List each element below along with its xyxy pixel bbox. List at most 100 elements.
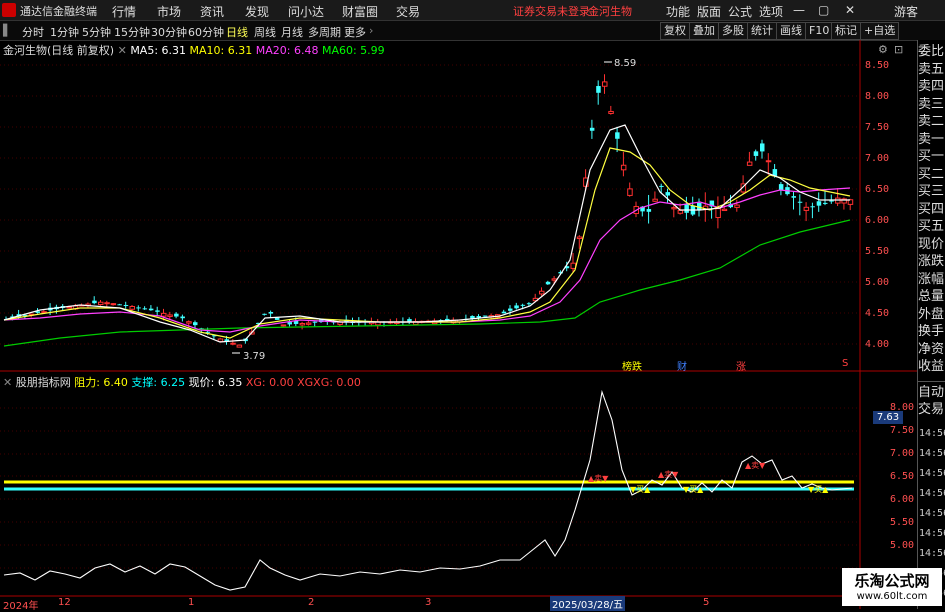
toolbar-menu-icon[interactable]: ▌ xyxy=(3,24,11,37)
legend-toggle-icon[interactable]: ✕ xyxy=(118,44,127,57)
main-chart-title: 金河生物(日线 前复权) xyxy=(3,44,115,57)
signal-buy-2: ▼买▲ xyxy=(683,485,704,494)
minimize-icon[interactable]: — xyxy=(793,3,805,17)
menu-ask[interactable]: 问小达 xyxy=(288,3,324,20)
period-tab-5min[interactable]: 5分钟 xyxy=(82,24,111,40)
quote-panel-item[interactable]: 卖四 xyxy=(918,79,945,94)
restore-rights-button[interactable]: 复权 xyxy=(660,22,690,40)
quote-panel-item[interactable]: 买五 xyxy=(918,219,945,234)
candle-body xyxy=(174,313,179,317)
mark-button[interactable]: 标记 xyxy=(831,22,861,40)
candle-body xyxy=(501,311,507,314)
candle-body xyxy=(721,208,728,212)
add-favorite-button[interactable]: +自选 xyxy=(860,22,900,40)
event-marker-2[interactable]: 财 xyxy=(677,358,687,373)
candle-body xyxy=(110,303,117,306)
quote-panel-item[interactable]: 外盘 xyxy=(918,307,945,322)
candle-body xyxy=(92,300,97,304)
period-tab-30min[interactable]: 30分钟 xyxy=(151,24,187,40)
ma5-label: MA5: 6.31 xyxy=(130,44,187,57)
settings-icon[interactable]: ⚙ xyxy=(878,43,888,56)
period-tab-weekly[interactable]: 周线 xyxy=(254,24,276,40)
more-chevron-icon[interactable]: › xyxy=(369,24,373,37)
event-marker-3[interactable]: 涨 xyxy=(736,358,746,373)
period-tab-monthly[interactable]: 月线 xyxy=(281,24,303,40)
quote-panel-item[interactable]: 买一 xyxy=(918,149,945,164)
auto-trade-item[interactable]: 自动 xyxy=(918,385,945,400)
statistics-button[interactable]: 统计 xyxy=(747,22,777,40)
menu-news[interactable]: 资讯 xyxy=(200,3,224,20)
main-ytick: 6.50 xyxy=(865,184,890,195)
candle-body xyxy=(123,305,129,307)
candle-body xyxy=(476,316,481,318)
quote-panel-item[interactable]: 卖三 xyxy=(918,97,945,112)
candlesticks xyxy=(4,74,854,348)
expand-icon[interactable]: ⊡ xyxy=(894,43,903,56)
period-tab-1min[interactable]: 1分钟 xyxy=(50,24,79,40)
menu-formula[interactable]: 公式 xyxy=(728,3,752,20)
quote-panel-item[interactable]: 现价 xyxy=(918,237,945,252)
quote-panel-item[interactable]: 涨跌 xyxy=(918,254,945,269)
quote-panel-item[interactable]: 总量 xyxy=(918,289,945,304)
candle-body xyxy=(615,132,620,139)
main-ytick: 7.50 xyxy=(865,122,890,133)
candle-body xyxy=(136,307,141,309)
quote-panel-item[interactable]: 涨幅 xyxy=(918,272,945,287)
main-ytick: 5.50 xyxy=(865,246,890,257)
menu-options[interactable]: 选项 xyxy=(759,3,783,20)
candle-body xyxy=(596,86,601,93)
sub-legend: ✕ 股朋指标网 阻力: 6.40 支撑: 6.25 现价: 6.35 XG: 0… xyxy=(3,374,361,390)
menu-wealth[interactable]: 财富圈 xyxy=(342,3,378,20)
menu-function[interactable]: 功能 xyxy=(666,3,690,20)
quote-panel-item[interactable]: 净资 xyxy=(918,342,945,357)
quote-panel-item[interactable]: 卖二 xyxy=(918,114,945,129)
quote-panel-item[interactable]: 卖五 xyxy=(918,62,945,77)
login-notice[interactable]: 证券交易未登录 xyxy=(513,3,590,19)
main-ytick: 8.50 xyxy=(865,60,890,71)
menu-layout[interactable]: 版面 xyxy=(697,3,721,20)
candle-body xyxy=(98,301,104,306)
period-tab-timeshare[interactable]: 分时 xyxy=(22,24,44,40)
period-tab-multi[interactable]: 多周期 xyxy=(308,24,341,40)
tick-time: 14:56 xyxy=(919,528,945,539)
candle-body xyxy=(797,201,803,203)
ma20-label: MA20: 6.48 xyxy=(255,44,319,57)
event-marker-4[interactable]: S xyxy=(842,358,848,369)
candle-body xyxy=(551,278,558,281)
period-tab-60min[interactable]: 60分钟 xyxy=(188,24,224,40)
draw-line-button[interactable]: 画线 xyxy=(776,22,806,40)
quote-panel-item[interactable]: 换手 xyxy=(918,324,945,339)
tick-time: 14:56 xyxy=(919,548,945,559)
overlay-button[interactable]: 叠加 xyxy=(689,22,719,40)
candle-body xyxy=(129,306,135,310)
menu-trade[interactable]: 交易 xyxy=(396,3,420,20)
auto-trade-item[interactable]: 交易 xyxy=(918,402,945,417)
menu-discover[interactable]: 发现 xyxy=(245,3,269,20)
multi-stock-button[interactable]: 多股 xyxy=(718,22,748,40)
maximize-icon[interactable]: ▢ xyxy=(818,3,829,17)
quote-panel-item[interactable]: 委比 xyxy=(918,44,945,59)
quote-panel-item[interactable]: 买四 xyxy=(918,202,945,217)
f10-button[interactable]: F10 xyxy=(805,22,834,40)
quote-panel-item[interactable]: 买二 xyxy=(918,167,945,182)
event-marker-1[interactable]: 榜跌 xyxy=(622,358,642,373)
watermark-url: www.60lt.com xyxy=(856,591,928,602)
period-tab-more[interactable]: 更多 xyxy=(344,24,366,40)
sub-toggle-icon[interactable]: ✕ xyxy=(3,376,12,389)
kline-chart[interactable]: ▲卖▼ ▲卖▼ ▲卖▼ ▼买▲ ▼买▲ ▼买▲ xyxy=(0,40,917,609)
candle-body xyxy=(280,324,287,327)
watermark-box: 乐淘公式网 www.60lt.com xyxy=(842,568,942,606)
menu-quotes[interactable]: 行情 xyxy=(112,3,136,20)
close-icon[interactable]: ✕ xyxy=(845,3,855,17)
signal-buy-3: ▼买▲ xyxy=(808,485,829,494)
quote-panel-item[interactable]: 买三 xyxy=(918,184,945,199)
candle-body xyxy=(545,281,551,285)
period-tab-15min[interactable]: 15分钟 xyxy=(114,24,150,40)
quote-panel-item[interactable]: 卖一 xyxy=(918,132,945,147)
sub-ytick: 6.50 xyxy=(890,471,915,482)
menu-market[interactable]: 市场 xyxy=(157,3,181,20)
quote-panel-item[interactable]: 收益 xyxy=(918,359,945,374)
guest-label[interactable]: 游客 xyxy=(894,3,918,20)
candle-body xyxy=(117,304,122,306)
period-tab-daily[interactable]: 日线 xyxy=(226,24,248,40)
